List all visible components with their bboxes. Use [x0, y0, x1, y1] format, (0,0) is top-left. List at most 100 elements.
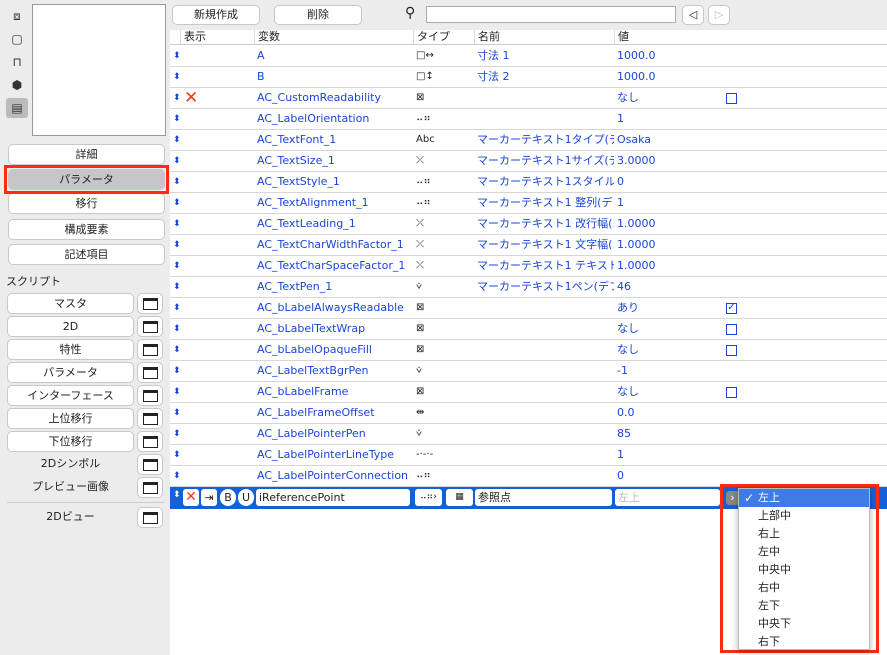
- table-row[interactable]: ⬍ AC_LabelOrientation ⠤⠶ 1: [170, 109, 887, 130]
- table-row[interactable]: ⬍ AC_bLabelTextWrap ⊠ なし: [170, 319, 887, 340]
- table-row[interactable]: ⬍ AC_LabelPointerLineType -·-·- 1: [170, 445, 887, 466]
- drag-handle-icon[interactable]: ⬍: [173, 445, 181, 465]
- previous-button[interactable]: ◁: [682, 5, 704, 25]
- left-button-2[interactable]: 移行: [8, 193, 165, 214]
- dropdown-option[interactable]: 左下: [739, 597, 869, 615]
- script-button[interactable]: インターフェース: [7, 385, 134, 406]
- script-button[interactable]: 特性: [7, 339, 134, 360]
- open-window-icon[interactable]: [137, 454, 163, 475]
- open-window-icon[interactable]: [137, 477, 163, 498]
- 2d-symbol-icon[interactable]: ⧈: [6, 6, 28, 26]
- value-checkbox[interactable]: [726, 324, 737, 335]
- drag-handle-icon[interactable]: ⬍: [173, 172, 181, 192]
- search-input[interactable]: [426, 6, 676, 23]
- open-window-icon[interactable]: [137, 385, 163, 406]
- floor-plan-icon[interactable]: ▢: [6, 29, 28, 49]
- parameter-value[interactable]: 1: [617, 445, 624, 465]
- table-row[interactable]: ⬍ ✕ AC_CustomReadability ⊠ なし: [170, 88, 887, 109]
- drag-handle-icon[interactable]: ⬍: [173, 298, 181, 318]
- table-row[interactable]: ⬍ AC_TextAlignment_1 ⠤⠶ マーカーテキスト1 整列(デフ……: [170, 193, 887, 214]
- drag-handle-icon[interactable]: ⬍: [173, 403, 181, 423]
- drag-handle-icon[interactable]: ⬍: [173, 214, 181, 234]
- drag-handle-icon[interactable]: ⬍: [173, 490, 181, 500]
- drag-handle-icon[interactable]: ⬍: [173, 193, 181, 213]
- parameter-value[interactable]: 3.0000: [617, 151, 656, 171]
- hidden-x-icon[interactable]: ✕: [184, 88, 198, 108]
- table-row[interactable]: ⬍ A □↔ 寸法 1 1000.0: [170, 46, 887, 67]
- parameter-value[interactable]: 0: [617, 466, 624, 486]
- open-window-icon[interactable]: [137, 362, 163, 383]
- table-row[interactable]: ⬍ AC_TextPen_1 ⩒ マーカーテキスト1ペン(デフ… 46: [170, 277, 887, 298]
- parameter-value[interactable]: 1.0000: [617, 214, 656, 234]
- parameter-value[interactable]: なし: [617, 319, 639, 339]
- parameter-value[interactable]: 1.0000: [617, 256, 656, 276]
- parameter-name-input[interactable]: 参照点: [475, 489, 612, 506]
- dropdown-option[interactable]: 左中: [739, 543, 869, 561]
- table-row[interactable]: ⬍ AC_TextFont_1 Abc マーカーテキスト1タイプ(デ… Osak…: [170, 130, 887, 151]
- parameter-value[interactable]: 0: [617, 172, 624, 192]
- parameter-value[interactable]: 1: [617, 109, 624, 129]
- parameter-value[interactable]: 1: [617, 193, 624, 213]
- drag-handle-icon[interactable]: ⬍: [173, 340, 181, 360]
- drag-handle-icon[interactable]: ⬍: [173, 361, 181, 381]
- drag-handle-icon[interactable]: ⬍: [173, 88, 181, 108]
- parameter-value[interactable]: 0.0: [617, 403, 635, 423]
- dropdown-option[interactable]: 中央中: [739, 561, 869, 579]
- array-button-icon[interactable]: ▦: [446, 489, 473, 506]
- parameter-value[interactable]: なし: [617, 340, 639, 360]
- table-row[interactable]: ⬍ AC_bLabelFrame ⊠ なし: [170, 382, 887, 403]
- script-button[interactable]: マスタ: [7, 293, 134, 314]
- left-button-3[interactable]: 構成要素: [8, 219, 165, 240]
- 3d-icon[interactable]: ⬢: [6, 75, 28, 95]
- variable-name-input[interactable]: iReferencePoint: [256, 489, 410, 506]
- open-window-icon[interactable]: [137, 431, 163, 452]
- column-header[interactable]: タイプ: [413, 30, 450, 44]
- parameter-value[interactable]: 1000.0: [617, 46, 656, 66]
- section-icon[interactable]: ⊓: [6, 52, 28, 72]
- value-checkbox[interactable]: [726, 387, 737, 398]
- table-row[interactable]: ⬍ AC_LabelTextBgrPen ⩒ -1: [170, 361, 887, 382]
- parameter-value[interactable]: 46: [617, 277, 631, 297]
- open-window-icon[interactable]: [137, 316, 163, 337]
- dropdown-option[interactable]: 右上: [739, 525, 869, 543]
- unique-toggle[interactable]: U: [238, 489, 254, 506]
- table-row[interactable]: ⬍ AC_bLabelOpaqueFill ⊠ なし: [170, 340, 887, 361]
- open-window-icon[interactable]: [137, 293, 163, 314]
- value-checkbox[interactable]: [726, 345, 737, 356]
- value-checkbox[interactable]: ✓: [726, 303, 737, 314]
- drag-handle-icon[interactable]: ⬍: [173, 235, 181, 255]
- parameter-list-icon[interactable]: ▤: [6, 98, 28, 118]
- parameter-value[interactable]: 1000.0: [617, 67, 656, 87]
- table-row[interactable]: ⬍ AC_TextLeading_1 ⤫ マーカーテキスト1 改行幅(… 1.0…: [170, 214, 887, 235]
- open-window-icon[interactable]: [137, 507, 163, 528]
- drag-handle-icon[interactable]: ⬍: [173, 424, 181, 444]
- parameter-value[interactable]: なし: [617, 382, 639, 402]
- table-row[interactable]: ⬍ B □↕ 寸法 2 1000.0: [170, 67, 887, 88]
- value-checkbox[interactable]: [726, 93, 737, 104]
- open-window-icon[interactable]: [137, 339, 163, 360]
- value-field[interactable]: 左上: [615, 489, 720, 506]
- drag-handle-icon[interactable]: ⬍: [173, 466, 181, 486]
- dropdown-option[interactable]: 右中: [739, 579, 869, 597]
- parameter-value[interactable]: あり: [617, 298, 639, 318]
- column-header[interactable]: 表示: [180, 30, 206, 44]
- script-button[interactable]: 上位移行: [7, 408, 134, 429]
- drag-handle-icon[interactable]: ⬍: [173, 256, 181, 276]
- parameter-value[interactable]: Osaka: [617, 130, 651, 150]
- drag-handle-icon[interactable]: ⬍: [173, 67, 181, 87]
- drag-handle-icon[interactable]: ⬍: [173, 277, 181, 297]
- dropdown-option[interactable]: 中央下: [739, 615, 869, 633]
- table-row[interactable]: ⬍ AC_TextCharWidthFactor_1 ⤫ マーカーテキスト1 文…: [170, 235, 887, 256]
- dropdown-option[interactable]: 上部中: [739, 507, 869, 525]
- drag-handle-icon[interactable]: ⬍: [173, 319, 181, 339]
- column-header[interactable]: 値: [614, 30, 629, 44]
- script-button[interactable]: 下位移行: [7, 431, 134, 452]
- new-button[interactable]: 新規作成: [172, 5, 260, 25]
- next-button[interactable]: ▷: [708, 5, 730, 25]
- table-row[interactable]: ⬍ AC_TextSize_1 ⤫ マーカーテキスト1サイズ(デ… 3.0000: [170, 151, 887, 172]
- left-button-0[interactable]: 詳細: [8, 144, 165, 165]
- column-header[interactable]: 名前: [474, 30, 500, 44]
- parameter-value[interactable]: なし: [617, 88, 639, 108]
- script-button[interactable]: パラメータ: [7, 362, 134, 383]
- table-row[interactable]: ⬍ AC_LabelPointerPen ⩒ 85: [170, 424, 887, 445]
